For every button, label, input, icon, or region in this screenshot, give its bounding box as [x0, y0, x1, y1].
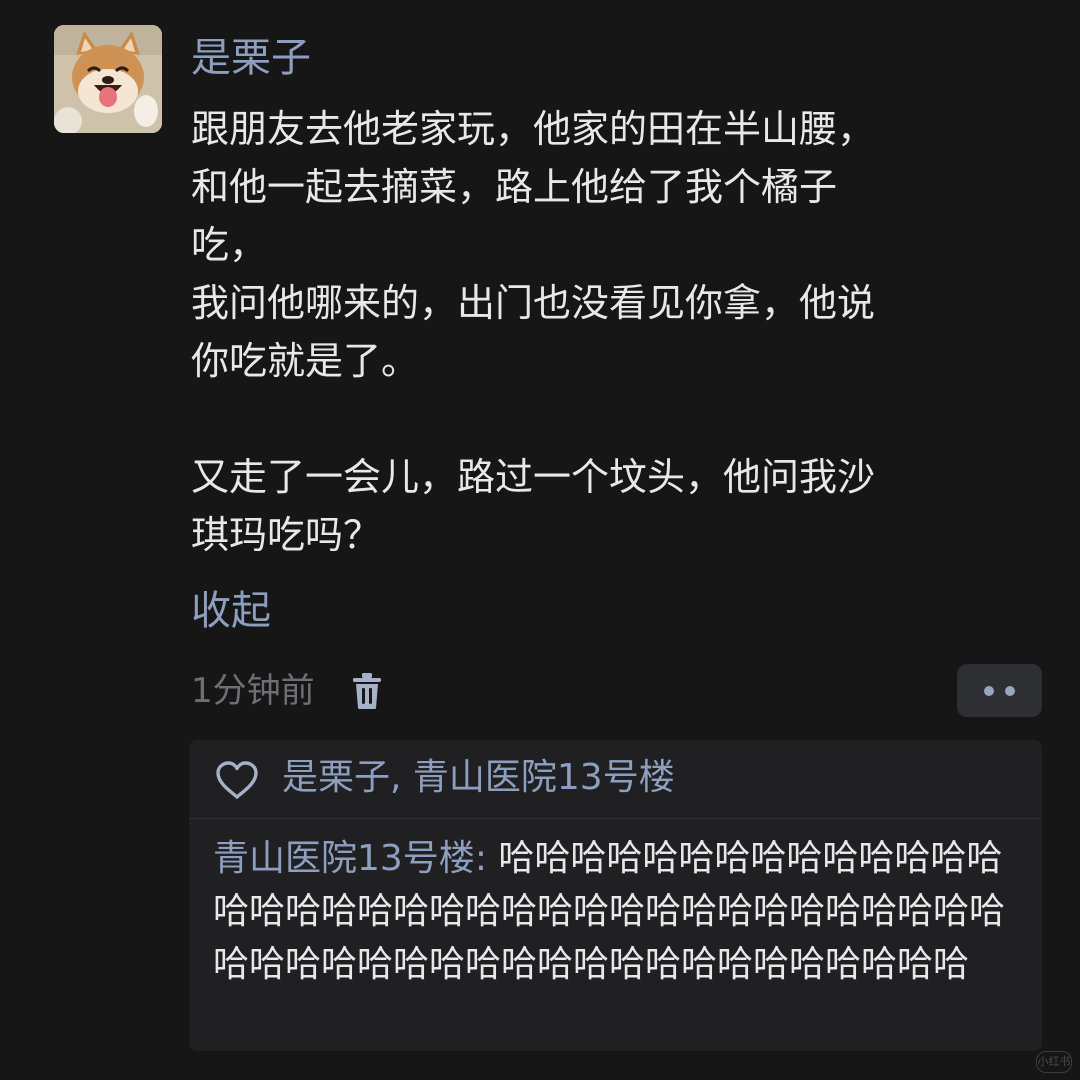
comment-line: 和他一起去摘菜，路上他给了我个橘子 [191, 165, 838, 209]
author-name[interactable]: 是栗子 [191, 30, 311, 86]
likers-list[interactable]: 是栗子, 青山医院13号楼 [282, 752, 675, 804]
reply-separator: : [474, 838, 499, 879]
comment-body: 跟朋友去他老家玩，他家的田在半山腰， 和他一起去摘菜，路上他给了我个橘子 吃， … [191, 100, 1051, 564]
collapse-link[interactable]: 收起 [191, 583, 271, 639]
reply-panel: 是栗子, 青山医院13号楼 青山医院13号楼: 哈哈哈哈哈哈哈哈哈哈哈哈哈哈哈哈… [189, 740, 1042, 1051]
post-timestamp: 1分钟前 [191, 671, 315, 711]
comment-line: 跟朋友去他老家玩，他家的田在半山腰， [191, 107, 876, 151]
heart-icon[interactable] [215, 760, 259, 800]
comment-blank-line [191, 390, 1051, 448]
comment-screen: 是栗子 跟朋友去他老家玩，他家的田在半山腰， 和他一起去摘菜，路上他给了我个橘子… [0, 0, 1080, 1080]
watermark-logo: 小红书 [1036, 1051, 1072, 1073]
reply-item: 青山医院13号楼: 哈哈哈哈哈哈哈哈哈哈哈哈哈哈哈哈哈哈哈哈哈哈哈哈哈哈哈哈哈哈… [213, 832, 1033, 991]
comment-line: 吃， [191, 223, 268, 267]
likes-row: 是栗子, 青山医院13号楼 [189, 740, 1042, 819]
more-dots-icon [984, 686, 994, 696]
comment-line: 琪玛吃吗？ [191, 513, 382, 557]
more-dots-icon [1005, 686, 1015, 696]
comment-line: 又走了一会儿，路过一个坟头，他问我沙 [191, 455, 876, 499]
more-options-button[interactable] [957, 664, 1042, 717]
comment-line: 我问他哪来的，出门也没看见你拿，他说 [191, 281, 876, 325]
shiba-dog-avatar-icon [54, 25, 162, 133]
avatar[interactable] [54, 25, 162, 133]
trash-icon[interactable] [350, 672, 384, 710]
reply-author[interactable]: 青山医院13号楼 [213, 838, 475, 879]
comment-line: 你吃就是了。 [191, 339, 420, 383]
